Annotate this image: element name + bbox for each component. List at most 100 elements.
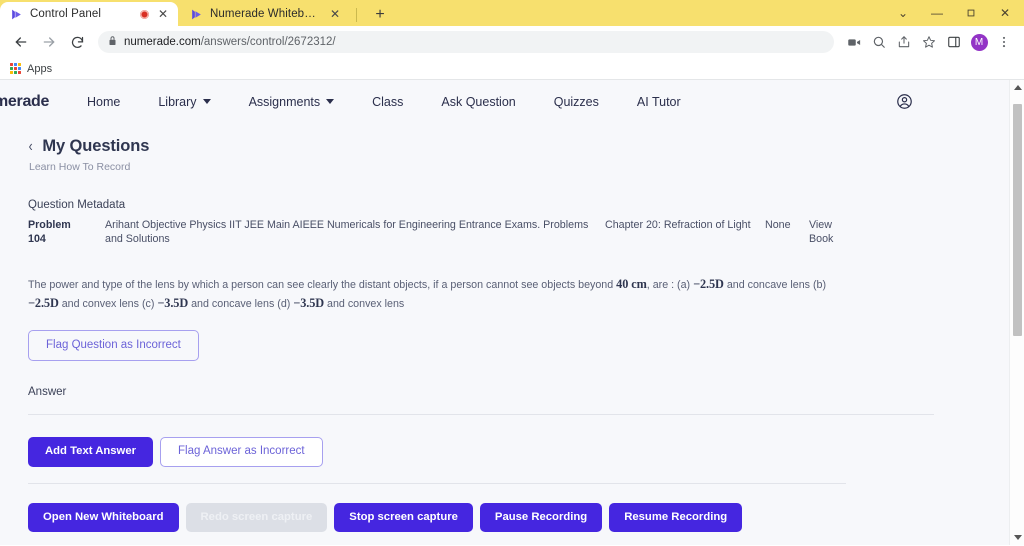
question-part: , are : (a) <box>646 279 694 292</box>
browser-toolbar: numerade.com/answers/control/2672312/ M <box>0 26 1024 58</box>
avatar-initial: M <box>970 33 988 51</box>
pause-recording-button[interactable]: Pause Recording <box>479 502 603 532</box>
answer-actions: Add Text Answer Flag Answer as Incorrect <box>28 436 981 467</box>
question-math-option-a: −2.5D <box>693 277 724 292</box>
address-bar-url: numerade.com/answers/control/2672312/ <box>124 36 336 48</box>
tab-recording-indicator-icon <box>140 9 149 19</box>
answer-heading: Answer <box>28 385 67 398</box>
question-text: The power and type of the lens by which … <box>28 275 833 312</box>
learn-how-to-record-link[interactable]: Learn How To Record <box>29 161 981 173</box>
scrollbar-down-arrow-icon[interactable] <box>1010 530 1024 545</box>
resume-recording-button[interactable]: Resume Recording <box>609 502 743 532</box>
bookmark-star-icon[interactable] <box>917 30 941 54</box>
tab-divider <box>356 8 357 22</box>
numerade-play-icon <box>190 8 203 21</box>
flag-question-as-incorrect-button[interactable]: Flag Question as Incorrect <box>28 329 199 361</box>
nav-label: Home <box>87 94 121 109</box>
apps-grid-icon <box>10 63 21 74</box>
bookmark-label: Apps <box>27 62 53 75</box>
nav-label: Ask Question <box>441 94 516 109</box>
question-math-option-d: −3.5D <box>293 296 325 311</box>
chevron-down-icon <box>326 99 335 104</box>
chevron-down-icon <box>202 99 211 104</box>
breadcrumb[interactable]: ‹ My Questions <box>28 137 981 156</box>
profile-avatar[interactable]: M <box>967 30 991 54</box>
back-arrow-icon[interactable] <box>8 29 34 55</box>
tab-strip: Control Panel ✕ Numerade Whiteboard ✕ + <box>0 0 886 26</box>
metadata-chapter: Chapter 20: Refraction of Light <box>605 219 751 231</box>
minimize-icon[interactable]: — <box>920 0 954 26</box>
question-math-option-b: −2.5D <box>28 296 59 311</box>
three-dot-menu-icon[interactable] <box>992 30 1016 54</box>
window-controls: ⌄ — ✕ <box>886 0 1024 26</box>
scrollbar-up-arrow-icon[interactable] <box>1010 80 1024 95</box>
metadata-problem-cell: Problem 104 <box>28 218 105 246</box>
redo-screen-capture-button: Redo screen capture <box>185 502 328 532</box>
reload-icon[interactable] <box>64 29 90 55</box>
maximize-icon[interactable] <box>954 0 988 26</box>
flag-answer-as-incorrect-button[interactable]: Flag Answer as Incorrect <box>160 436 323 467</box>
question-part: and concave lens (b) <box>723 279 827 292</box>
nav-item-library[interactable]: Library <box>139 89 229 115</box>
url-path: /answers/control/2672312/ <box>200 36 336 48</box>
nav-item-quizzes[interactable]: Quizzes <box>535 89 618 115</box>
nav-label: Quizzes <box>553 94 599 109</box>
nav-item-assignments[interactable]: Assignments <box>230 89 354 115</box>
share-icon[interactable] <box>892 30 916 54</box>
numerade-logo[interactable]: merade <box>0 93 68 111</box>
question-part: The power and type of the lens by which … <box>28 279 617 292</box>
chevron-down-icon[interactable]: ⌄ <box>886 0 920 26</box>
nav-item-ask-question[interactable]: Ask Question <box>422 89 534 115</box>
browser-tab-control-panel[interactable]: Control Panel ✕ <box>0 2 178 26</box>
forward-arrow-icon[interactable] <box>36 29 62 55</box>
question-part: and convex lens (c) <box>58 298 158 311</box>
nav-label: Assignments <box>248 94 321 109</box>
question-part: and concave lens (d) <box>188 298 294 311</box>
lock-icon <box>108 33 117 51</box>
question-math-option-c: −3.5D <box>157 296 189 311</box>
metadata-none: None <box>765 219 791 231</box>
chevron-left-icon[interactable]: ‹ <box>29 138 33 155</box>
address-bar[interactable]: numerade.com/answers/control/2672312/ <box>98 31 834 53</box>
question-metadata-table: Problem 104 Arihant Objective Physics II… <box>28 218 981 246</box>
question-metadata-heading: Question Metadata <box>28 199 126 211</box>
numerade-play-icon <box>10 8 23 21</box>
nav-label: Library <box>158 94 197 109</box>
search-icon[interactable] <box>867 30 891 54</box>
question-part: and convex lens <box>324 298 405 311</box>
recording-actions: Open New Whiteboard Redo screen capture … <box>28 502 981 532</box>
page-title: My Questions <box>42 137 150 155</box>
toolbar-icons: M <box>842 30 1016 54</box>
browser-title-bar: Control Panel ✕ Numerade Whiteboard ✕ + … <box>0 0 1024 26</box>
stop-screen-capture-button[interactable]: Stop screen capture <box>334 502 473 532</box>
tab-close-icon[interactable]: ✕ <box>156 7 170 21</box>
metadata-problem-label: Problem <box>28 219 71 231</box>
recording-divider <box>28 482 846 484</box>
new-tab-button[interactable]: + <box>367 4 393 26</box>
flag-question-row: Flag Question as Incorrect <box>28 329 981 361</box>
tab-close-icon[interactable]: ✕ <box>328 7 342 21</box>
video-camera-icon[interactable] <box>842 30 866 54</box>
bookmark-apps[interactable]: Apps <box>10 63 52 75</box>
metadata-problem-number: 104 <box>28 233 46 246</box>
answer-divider <box>28 413 934 415</box>
open-new-whiteboard-button[interactable]: Open New Whiteboard <box>28 502 179 532</box>
close-icon[interactable]: ✕ <box>988 0 1022 26</box>
nav-links: Home Library Assignments Class Ask Quest… <box>68 89 896 115</box>
page-content: ‹ My Questions Learn How To Record Quest… <box>0 137 1009 545</box>
nav-item-ai-tutor[interactable]: AI Tutor <box>618 89 700 115</box>
account-circle-icon[interactable] <box>896 93 913 110</box>
nav-label: AI Tutor <box>636 94 681 109</box>
browser-tab-numerade-whiteboard[interactable]: Numerade Whiteboard ✕ <box>180 2 350 26</box>
page-viewport: merade Home Library Assignments Class As <box>0 80 1024 545</box>
metadata-view-book-link[interactable]: View Book <box>809 218 869 246</box>
nav-item-home[interactable]: Home <box>68 89 139 115</box>
side-panel-icon[interactable] <box>942 30 966 54</box>
nav-item-class[interactable]: Class <box>353 89 422 115</box>
add-text-answer-button[interactable]: Add Text Answer <box>28 436 154 467</box>
tab-title: Numerade Whiteboard <box>210 8 321 20</box>
page-scrollbar[interactable] <box>1009 80 1024 545</box>
tab-title: Control Panel <box>30 8 101 20</box>
question-math-40cm: 40 cm <box>616 277 647 292</box>
scrollbar-thumb[interactable] <box>1013 104 1022 336</box>
